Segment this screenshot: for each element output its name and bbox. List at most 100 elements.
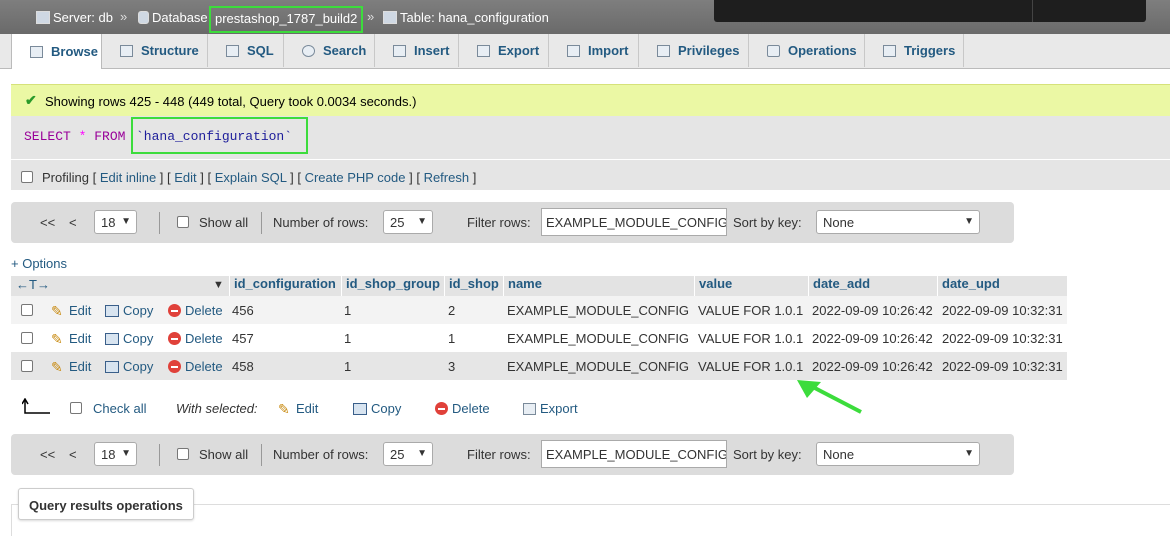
tab-label[interactable]: Insert [414, 43, 449, 58]
edit-label[interactable]: Edit [69, 303, 91, 318]
row-edit[interactable]: ✎ Edit [51, 359, 91, 374]
tab-browse[interactable]: Browse [11, 34, 102, 69]
table-row[interactable]: ✎ Edit Copy Delete 457 1 1 EXAMPLE_MODULE… [11, 324, 1067, 352]
cell-id-shop[interactable]: 2 [448, 303, 455, 318]
tab-insert[interactable]: Insert [375, 34, 459, 67]
sort-triangle-icon[interactable]: ▼ [213, 279, 224, 291]
bulk-edit-label[interactable]: Edit [296, 401, 318, 416]
filter-rows-input[interactable]: EXAMPLE_MODULE_CONFIG [541, 440, 727, 468]
column-header-date-add[interactable]: date_add [808, 276, 871, 296]
check-all-checkbox[interactable] [70, 402, 82, 414]
copy-label[interactable]: Copy [123, 359, 153, 374]
copy-label[interactable]: Copy [123, 303, 153, 318]
options-link[interactable]: + Options [11, 256, 67, 271]
cell-id-configuration[interactable]: 456 [232, 303, 254, 318]
filter-rows-input[interactable]: EXAMPLE_MODULE_CONFIG [541, 208, 727, 236]
explain-sql-link[interactable]: Explain SQL [215, 170, 287, 185]
page-select[interactable]: 18 ▼ [94, 210, 137, 234]
row-edit[interactable]: ✎ Edit [51, 331, 91, 346]
cell-date-add[interactable]: 2022-09-09 10:26:42 [812, 331, 933, 346]
tab-privileges[interactable]: Privileges [639, 34, 749, 67]
show-all-label[interactable]: Show all [199, 447, 248, 462]
previous-page-button[interactable]: < [69, 215, 77, 230]
cell-date-add[interactable]: 2022-09-09 10:26:42 [812, 303, 933, 318]
column-arrows-icon[interactable]: ←T→ [16, 277, 50, 292]
cell-id-shop-group[interactable]: 1 [344, 303, 351, 318]
show-all-label[interactable]: Show all [199, 215, 248, 230]
cell-id-shop-group[interactable]: 1 [344, 359, 351, 374]
show-all-checkbox[interactable] [177, 448, 189, 460]
edit-link[interactable]: Edit [174, 170, 196, 185]
tab-label[interactable]: Triggers [904, 43, 955, 58]
column-header-id-shop[interactable]: id_shop [444, 276, 499, 296]
row-checkbox[interactable] [21, 360, 33, 372]
table-row[interactable]: ✎ Edit Copy Delete 456 1 2 EXAMPLE_MODULE… [11, 296, 1067, 324]
profiling-checkbox[interactable] [21, 171, 33, 183]
cell-date-upd[interactable]: 2022-09-09 10:32:31 [942, 303, 1063, 318]
tab-export[interactable]: Export [459, 34, 549, 67]
row-copy[interactable]: Copy [105, 331, 153, 346]
column-header-id-shop-group[interactable]: id_shop_group [341, 276, 440, 296]
delete-label[interactable]: Delete [185, 331, 223, 346]
first-page-button[interactable]: << [40, 447, 55, 462]
cell-value[interactable]: VALUE FOR 1.0.1 [698, 303, 803, 318]
first-page-button[interactable]: << [40, 215, 55, 230]
delete-label[interactable]: Delete [185, 359, 223, 374]
sort-by-key-select[interactable]: None ▼ [816, 210, 980, 234]
sql-query[interactable]: SELECT * FROM [24, 129, 125, 144]
tab-label[interactable]: Structure [141, 43, 199, 58]
page-select[interactable]: 18 ▼ [94, 442, 137, 466]
check-all-label[interactable]: Check all [93, 401, 146, 416]
row-copy[interactable]: Copy [105, 359, 153, 374]
tab-import[interactable]: Import [549, 34, 639, 67]
cell-id-configuration[interactable]: 457 [232, 331, 254, 346]
row-delete[interactable]: Delete [168, 303, 223, 318]
cell-date-add[interactable]: 2022-09-09 10:26:42 [812, 359, 933, 374]
number-of-rows-select[interactable]: 25 ▼ [383, 210, 433, 234]
cell-date-upd[interactable]: 2022-09-09 10:32:31 [942, 331, 1063, 346]
bulk-export-label[interactable]: Export [540, 401, 578, 416]
tab-label[interactable]: Privileges [678, 43, 739, 58]
create-php-code-link[interactable]: Create PHP code [305, 170, 406, 185]
show-all-checkbox[interactable] [177, 216, 189, 228]
row-checkbox[interactable] [21, 304, 33, 316]
breadcrumb-database-label[interactable]: Database [152, 10, 208, 25]
refresh-link[interactable]: Refresh [424, 170, 470, 185]
copy-label[interactable]: Copy [123, 331, 153, 346]
column-header-name[interactable]: name [503, 276, 542, 296]
cell-name[interactable]: EXAMPLE_MODULE_CONFIG [507, 331, 689, 346]
row-delete[interactable]: Delete [168, 359, 223, 374]
edit-label[interactable]: Edit [69, 359, 91, 374]
breadcrumb-database[interactable]: Database [138, 10, 208, 25]
edit-inline-link[interactable]: Edit inline [100, 170, 156, 185]
tab-triggers[interactable]: Triggers [865, 34, 964, 67]
database-name-text[interactable]: prestashop_1787_build2 [215, 11, 357, 26]
tab-label[interactable]: Search [323, 43, 366, 58]
cell-value[interactable]: VALUE FOR 1.0.1 [698, 359, 803, 374]
tab-structure[interactable]: Structure [102, 34, 208, 67]
bulk-copy-label[interactable]: Copy [371, 401, 401, 416]
breadcrumb-table[interactable]: Table: hana_configuration [383, 10, 549, 25]
bulk-copy-button[interactable]: Copy [353, 401, 401, 416]
bulk-export-button[interactable]: Export [523, 401, 578, 416]
cell-id-configuration[interactable]: 458 [232, 359, 254, 374]
cell-id-shop-group[interactable]: 1 [344, 331, 351, 346]
breadcrumb-table-label[interactable]: Table: hana_configuration [400, 10, 549, 25]
number-of-rows-select[interactable]: 25 ▼ [383, 442, 433, 466]
tab-label[interactable]: Operations [788, 43, 857, 58]
tab-operations[interactable]: Operations [749, 34, 865, 67]
cell-id-shop[interactable]: 3 [448, 359, 455, 374]
breadcrumb-database-name[interactable]: prestashop_1787_build2 [209, 6, 364, 33]
bulk-edit-button[interactable]: ✎ Edit [278, 401, 318, 416]
column-header-id-configuration[interactable]: id_configuration [229, 276, 336, 296]
edit-label[interactable]: Edit [69, 331, 91, 346]
cell-value[interactable]: VALUE FOR 1.0.1 [698, 331, 803, 346]
delete-label[interactable]: Delete [185, 303, 223, 318]
bulk-delete-button[interactable]: Delete [435, 401, 490, 416]
row-checkbox[interactable] [21, 332, 33, 344]
table-row[interactable]: ✎ Edit Copy Delete 458 1 3 EXAMPLE_MODULE… [11, 352, 1067, 380]
breadcrumb-server-label[interactable]: Server: db [53, 10, 113, 25]
cell-name[interactable]: EXAMPLE_MODULE_CONFIG [507, 303, 689, 318]
bulk-delete-label[interactable]: Delete [452, 401, 490, 416]
column-header-value[interactable]: value [694, 276, 733, 296]
